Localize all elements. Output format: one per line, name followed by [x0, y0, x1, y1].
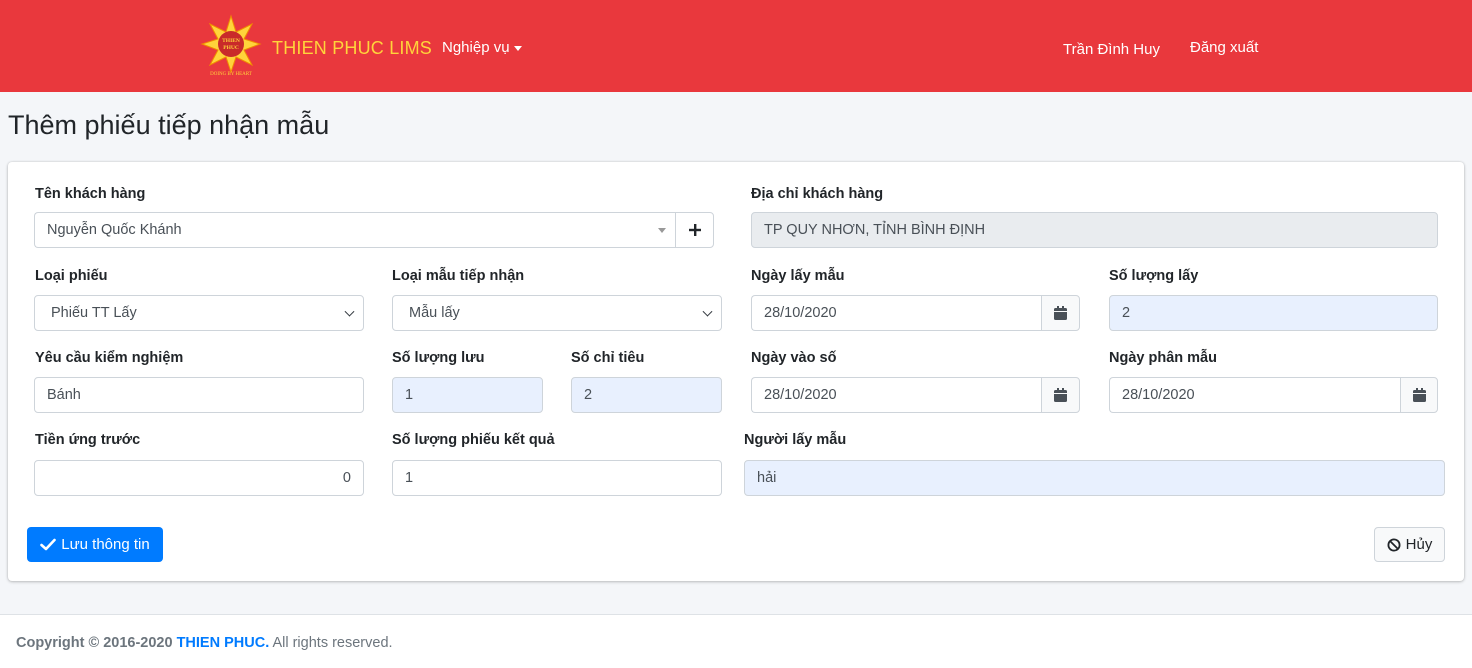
page-title: Thêm phiếu tiếp nhận mẫu — [8, 110, 330, 140]
customer-name-select[interactable]: Nguyễn Quốc Khánh — [34, 212, 676, 248]
indicator-count-label: Số chỉ tiêu — [571, 350, 645, 366]
sample-qty-input[interactable]: 2 — [1109, 295, 1438, 331]
stored-qty-input[interactable]: 1 — [392, 377, 543, 413]
calendar-icon — [1054, 306, 1067, 320]
entry-date-input[interactable]: 28/10/2020 — [751, 377, 1042, 413]
indicator-count-value: 2 — [584, 387, 593, 403]
entry-date-picker-button[interactable] — [1041, 377, 1080, 413]
sample-type-value: Mẫu lấy — [409, 305, 460, 321]
distribution-date-picker-button[interactable] — [1400, 377, 1438, 413]
copyright-prefix: Copyright © 2016-2020 — [16, 635, 177, 651]
distribution-date-input[interactable]: 28/10/2020 — [1109, 377, 1401, 413]
distribution-date-label: Ngày phân mẫu — [1109, 350, 1217, 366]
calendar-icon — [1054, 388, 1067, 402]
result-ticket-qty-input[interactable]: 1 — [392, 460, 722, 496]
cancel-button-label: Hủy — [1405, 536, 1433, 553]
check-icon — [40, 538, 57, 551]
ticket-type-value: Phiếu TT Lấy — [51, 305, 137, 321]
chevron-down-icon — [702, 306, 713, 317]
sample-type-label: Loại mẫu tiếp nhận — [392, 268, 525, 284]
stored-qty-label: Số lượng lưu — [392, 350, 485, 366]
indicator-count-input[interactable]: 2 — [571, 377, 722, 413]
caret-down-icon — [513, 45, 522, 51]
menu-dropdown-nghiep-vu[interactable]: Nghiệp vụ — [442, 39, 522, 56]
chevron-down-icon — [344, 306, 355, 317]
entry-date-label: Ngày vào số — [751, 350, 837, 366]
company-link[interactable]: THIEN PHUC. — [177, 635, 270, 651]
brand-name[interactable]: THIEN PHUC LIMS — [272, 38, 432, 59]
page-footer: Copyright © 2016-2020 THIEN PHUC. All ri… — [0, 614, 1472, 668]
ticket-type-label: Loại phiếu — [35, 268, 108, 284]
save-button-label: Lưu thông tin — [61, 536, 150, 553]
distribution-date-value: 28/10/2020 — [1122, 387, 1195, 403]
sampling-date-input[interactable]: 28/10/2020 — [751, 295, 1042, 331]
stored-qty-value: 1 — [405, 387, 414, 403]
sampler-label: Người lấy mẫu — [744, 432, 847, 448]
ban-icon — [1387, 538, 1401, 551]
entry-date-value: 28/10/2020 — [764, 387, 837, 403]
logout-link[interactable]: Đăng xuất — [1190, 39, 1258, 56]
select-arrow-icon — [658, 228, 666, 233]
advance-payment-value: 0 — [342, 470, 351, 486]
sample-qty-value: 2 — [1122, 305, 1131, 321]
cancel-button[interactable]: Hủy — [1374, 527, 1445, 562]
thien-phuc-logo[interactable]: THIEN PHUC DOING BY HEART — [200, 14, 262, 78]
copyright-suffix: All rights reserved. — [269, 635, 393, 651]
logo-text-top: THIEN — [222, 38, 240, 44]
plus-icon — [688, 224, 701, 236]
user-name-link[interactable]: Trần Đình Huy — [1063, 41, 1160, 58]
sampling-date-value: 28/10/2020 — [764, 305, 837, 321]
sample-type-select[interactable]: Mẫu lấy — [392, 295, 722, 331]
sample-qty-label: Số lượng lấy — [1109, 268, 1199, 284]
calendar-icon — [1412, 388, 1426, 402]
sampler-value: hải — [757, 470, 777, 486]
customer-address-value: TP QUY NHƠN, TỈNH BÌNH ĐỊNH — [764, 222, 986, 238]
ticket-type-select[interactable]: Phiếu TT Lấy — [34, 295, 364, 331]
customer-name-label: Tên khách hàng — [35, 186, 146, 202]
logo-text-mid: PHUC — [223, 45, 239, 51]
save-button[interactable]: Lưu thông tin — [27, 527, 163, 562]
logo-tagline: DOING BY HEART — [210, 72, 252, 77]
test-request-value: Bánh — [47, 387, 81, 403]
advance-payment-input[interactable]: 0 — [34, 460, 364, 496]
test-request-input[interactable]: Bánh — [34, 377, 364, 413]
sampler-input[interactable]: hải — [744, 460, 1445, 496]
copyright-text: Copyright © 2016-2020 THIEN PHUC. All ri… — [16, 635, 393, 651]
add-customer-button[interactable] — [675, 212, 714, 248]
customer-name-value: Nguyễn Quốc Khánh — [47, 222, 182, 238]
result-ticket-qty-value: 1 — [405, 470, 414, 486]
advance-payment-label: Tiền ứng trước — [35, 432, 141, 448]
customer-address-field[interactable]: TP QUY NHƠN, TỈNH BÌNH ĐỊNH — [751, 212, 1438, 248]
customer-address-label: Địa chỉ khách hàng — [751, 186, 884, 202]
result-ticket-qty-label: Số lượng phiếu kết quả — [392, 432, 555, 448]
menu-dropdown-label: Nghiệp vụ — [442, 39, 510, 56]
top-navbar: THIEN PHUC DOING BY HEART THIEN PHUC LIM… — [0, 0, 1472, 92]
sampling-date-picker-button[interactable] — [1041, 295, 1080, 331]
test-request-label: Yêu cầu kiểm nghiệm — [35, 350, 184, 366]
sampling-date-label: Ngày lấy mẫu — [751, 268, 845, 284]
